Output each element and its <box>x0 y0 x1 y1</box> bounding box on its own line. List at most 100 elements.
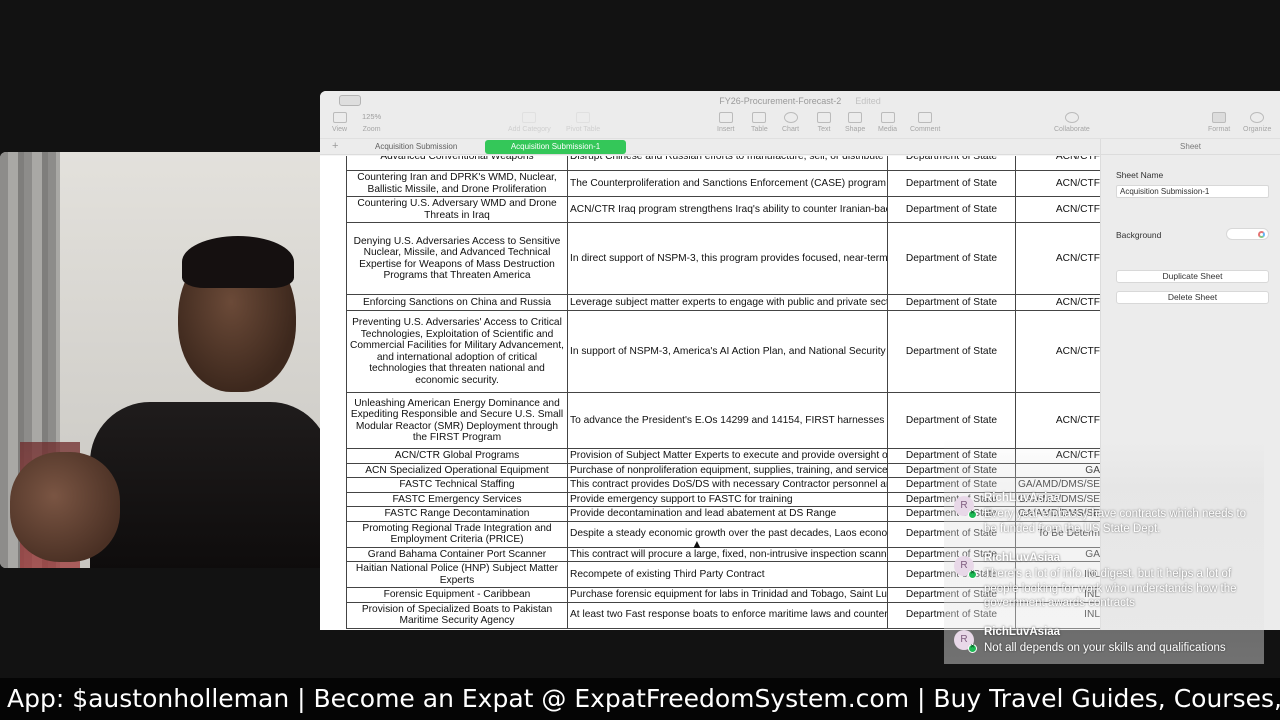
cell-agency[interactable]: Department of State <box>887 222 1016 295</box>
cell-description[interactable]: At least two Fast response boats to enfo… <box>567 601 888 629</box>
cell-description[interactable]: This contract will procure a large, fixe… <box>567 546 888 562</box>
color-wheel-icon <box>1258 231 1265 238</box>
cell-description[interactable]: Disrupt Chinese and Russian efforts to m… <box>567 156 888 171</box>
cell-program-title[interactable]: Enforcing Sanctions on China and Russia <box>346 294 568 311</box>
format-button[interactable]: Format <box>1208 112 1230 133</box>
cell-description[interactable]: To advance the President's E.Os 14299 an… <box>567 392 888 449</box>
sheet-name-field[interactable]: Acquisition Submission-1 <box>1116 185 1269 198</box>
toolbar: View 125% Zoom Add Category Pivot Table I… <box>320 110 1280 139</box>
cell-program-title[interactable]: Countering U.S. Adversary WMD and Drone … <box>346 196 568 223</box>
cell-agency[interactable]: Department of State <box>887 156 1016 171</box>
cell-office[interactable]: ACN/CTF <box>1015 170 1100 197</box>
webcam-feed <box>0 152 322 568</box>
shape-label: Shape <box>845 126 866 133</box>
cell-description[interactable]: In support of NSPM-3, America's AI Actio… <box>567 310 888 393</box>
media-button[interactable]: Media <box>878 112 897 133</box>
cell-description[interactable]: The Counterproliferation and Sanctions E… <box>567 170 888 197</box>
cell-description[interactable]: Despite a steady economic growth over th… <box>567 520 888 548</box>
view-icon <box>332 112 347 123</box>
cell-agency[interactable]: Department of State <box>887 310 1016 393</box>
cell-program-title[interactable]: Haitian National Police (HNP) Subject Ma… <box>346 561 568 588</box>
cell-program-title[interactable]: ACN/CTR Global Programs <box>346 448 568 464</box>
cell-program-title[interactable]: Grand Bahama Container Port Scanner <box>346 546 568 562</box>
pivot-table-icon <box>576 112 591 123</box>
collaborate-label: Collaborate <box>1054 126 1090 133</box>
comment-icon <box>918 112 933 123</box>
table-label: Table <box>751 126 768 133</box>
table-button[interactable]: Table <box>751 112 768 133</box>
collaborate-icon <box>1064 112 1079 123</box>
text-button[interactable]: Text <box>817 112 831 133</box>
cell-program-title[interactable]: Countering Iran and DPRK's WMD, Nuclear,… <box>346 170 568 197</box>
cell-description[interactable]: Recompete of existing Third Party Contra… <box>567 561 888 588</box>
add-sheet-icon[interactable]: + <box>332 140 338 152</box>
cell-description[interactable]: Purchase forensic equipment for labs in … <box>567 587 888 603</box>
cell-program-title[interactable]: ACN Specialized Operational Equipment <box>346 462 568 478</box>
cell-program-title[interactable]: Denying U.S. Adversaries Access to Sensi… <box>346 222 568 295</box>
insert-button[interactable]: Insert <box>717 112 735 133</box>
cell-description[interactable]: Provide decontamination and lead abateme… <box>567 506 888 522</box>
pivot-table-button[interactable]: Pivot Table <box>566 112 600 133</box>
cell-program-title[interactable]: Provision of Specialized Boats to Pakist… <box>346 601 568 629</box>
sidebar-toggle-icon[interactable] <box>339 95 361 106</box>
cell-program-title[interactable]: FASTC Emergency Services <box>346 491 568 507</box>
cell-program-title[interactable]: Forensic Equipment - Caribbean <box>346 587 568 603</box>
cell-office[interactable]: ACN/CTF <box>1015 222 1100 295</box>
cell-description[interactable]: Purchase of nonproliferation equipment, … <box>567 462 888 478</box>
cell-program-title[interactable]: FASTC Range Decontamination <box>346 506 568 522</box>
add-category-icon <box>522 112 537 123</box>
chat-text: There's a lot of info. to digest. but it… <box>984 568 1237 610</box>
table-row: Preventing U.S. Adversaries' Access to C… <box>346 310 1100 393</box>
cell-office[interactable]: ACN/CTF <box>1015 196 1100 223</box>
text-icon <box>817 112 831 123</box>
add-category-label: Add Category <box>508 126 551 133</box>
cell-program-title[interactable]: Advanced Conventional Weapons <box>346 156 568 171</box>
text-label: Text <box>817 126 831 133</box>
duplicate-sheet-button[interactable]: Duplicate Sheet <box>1116 270 1269 283</box>
cell-agency[interactable]: Department of State <box>887 170 1016 197</box>
tab-acquisition-submission-1[interactable]: Acquisition Submission-1 <box>485 140 626 154</box>
delete-sheet-button[interactable]: Delete Sheet <box>1116 291 1269 304</box>
ticker-bar: App: $austonholleman | Become an Expat @… <box>0 678 1280 720</box>
shape-icon <box>848 112 863 123</box>
cell-description[interactable]: ACN/CTR Iraq program strengthens Iraq's … <box>567 196 888 223</box>
cell-program-title[interactable]: Promoting Regional Trade Integration and… <box>346 520 568 548</box>
media-icon <box>880 112 895 123</box>
cell-office[interactable]: ACN/CTF <box>1015 156 1100 171</box>
comment-button[interactable]: Comment <box>910 112 940 133</box>
cell-program-title[interactable]: FASTC Technical Staffing <box>346 477 568 493</box>
cell-description[interactable]: Provide emergency support to FASTC for t… <box>567 491 888 507</box>
background-label: Background <box>1116 230 1162 240</box>
cell-program-title[interactable]: Preventing U.S. Adversaries' Access to C… <box>346 310 568 393</box>
person-hand <box>10 452 120 562</box>
shape-button[interactable]: Shape <box>845 112 865 133</box>
cell-description[interactable]: Provision of Subject Matter Experts to e… <box>567 448 888 464</box>
chat-text: Not all depends on your skills and quali… <box>984 642 1226 654</box>
chart-icon <box>783 112 798 123</box>
cell-program-title[interactable]: Unleashing American Energy Dominance and… <box>346 392 568 449</box>
chat-message: R RichLuvAsiaa There's a lot of info. to… <box>954 552 1260 612</box>
cell-office[interactable]: ACN/CTF <box>1015 310 1100 393</box>
collaborate-button[interactable]: Collaborate <box>1054 112 1090 133</box>
cell-description[interactable]: This contract provides DoS/DS with neces… <box>567 477 888 493</box>
tab-acquisition-submission[interactable]: Acquisition Submission <box>365 140 467 154</box>
table-row: Advanced Conventional Weapons Disrupt Chi… <box>346 156 1100 171</box>
cell-agency[interactable]: Department of State <box>887 294 1016 311</box>
background-color-well[interactable] <box>1226 228 1269 240</box>
chart-button[interactable]: Chart <box>782 112 799 133</box>
platform-badge-icon <box>968 569 977 579</box>
view-button[interactable]: View <box>332 112 347 133</box>
cell-description[interactable]: In direct support of NSPM-3, this progra… <box>567 222 888 295</box>
add-category-button[interactable]: Add Category <box>508 112 551 133</box>
cell-agency[interactable]: Department of State <box>887 196 1016 223</box>
inspector-tab-sheet[interactable]: Sheet <box>1101 139 1280 155</box>
chart-label: Chart <box>782 126 800 133</box>
cell-description[interactable]: Leverage subject matter experts to engag… <box>567 294 888 311</box>
insert-label: Insert <box>717 126 735 133</box>
insert-icon <box>718 112 733 123</box>
table-row: Countering Iran and DPRK's WMD, Nuclear,… <box>346 170 1100 197</box>
comment-label: Comment <box>910 126 941 133</box>
zoom-button[interactable]: 125% Zoom <box>362 112 381 133</box>
cell-office[interactable]: ACN/CTF <box>1015 294 1100 311</box>
organize-button[interactable]: Organize <box>1243 112 1271 133</box>
